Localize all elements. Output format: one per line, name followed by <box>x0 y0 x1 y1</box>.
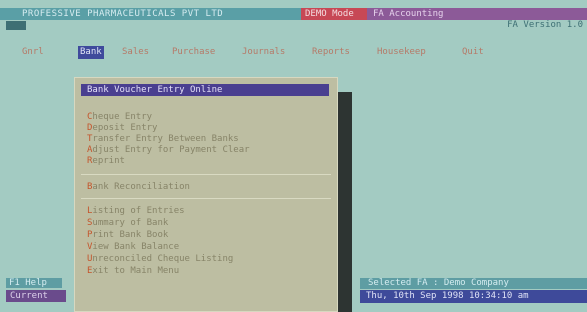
menu-item-reports[interactable]: Reports <box>310 46 352 59</box>
title-bar: PROFESSIVE PHARMACEUTICALS PVT LTD DEMO … <box>0 8 587 20</box>
option-bank-reconciliation[interactable]: Bank Reconciliation <box>87 182 190 192</box>
option-unreconciled-listing[interactable]: Unreconciled Cheque Listing <box>87 254 233 264</box>
option-cheque-entry[interactable]: Cheque Entry <box>87 112 152 122</box>
app-title: FA Accounting <box>367 8 587 20</box>
option-label: ank Reconciliation <box>92 182 190 192</box>
option-label: rint Bank Book <box>92 230 169 240</box>
mode-badge: DEMO Mode <box>301 8 367 20</box>
current-label: Current <box>6 290 66 302</box>
option-reprint[interactable]: Reprint <box>87 156 125 166</box>
option-label: eposit Entry <box>92 123 158 133</box>
option-deposit-entry[interactable]: Deposit Entry <box>87 123 157 133</box>
option-print-bank-book[interactable]: Print Bank Book <box>87 230 168 240</box>
bank-voucher-dialog: Bank Voucher Entry Online Cheque Entry D… <box>74 77 338 312</box>
menu-divider <box>81 174 331 175</box>
option-view-bank-balance[interactable]: View Bank Balance <box>87 242 179 252</box>
option-label: nreconciled Cheque Listing <box>92 254 234 264</box>
selected-company-status: Selected FA : Demo Company <box>360 278 587 289</box>
subtitle-row: FA Version 1.0 <box>0 20 587 31</box>
menu-item-journals[interactable]: Journals <box>240 46 287 59</box>
option-label: iew Bank Balance <box>92 242 180 252</box>
option-adjust-entry[interactable]: Adjust Entry for Payment Clear <box>87 145 250 155</box>
menu-item-housekeep[interactable]: Housekeep <box>375 46 428 59</box>
menu-item-gnrl[interactable]: Gnrl <box>20 46 46 59</box>
dialog-title: Bank Voucher Entry Online <box>81 84 329 96</box>
option-label: xit to Main Menu <box>92 266 180 276</box>
option-transfer-entry[interactable]: Transfer Entry Between Banks <box>87 134 239 144</box>
menu-item-quit[interactable]: Quit <box>460 46 486 59</box>
help-hint: F1 Help <box>6 278 62 288</box>
option-label: eprint <box>92 156 125 166</box>
option-label: ummary of Bank <box>92 218 169 228</box>
option-label: ransfer Entry Between Banks <box>92 134 239 144</box>
option-label: djust Entry for Payment Clear <box>92 145 250 155</box>
option-label: isting of Entries <box>92 206 185 216</box>
menu-item-sales[interactable]: Sales <box>120 46 151 59</box>
company-name: PROFESSIVE PHARMACEUTICALS PVT LTD <box>22 9 224 19</box>
logo-mark <box>6 21 26 30</box>
menu-item-bank[interactable]: Bank <box>78 46 104 59</box>
option-label: heque Entry <box>92 112 153 122</box>
menu-divider <box>81 198 331 199</box>
menu-item-purchase[interactable]: Purchase <box>170 46 217 59</box>
datetime-status: Thu, 10th Sep 1998 10:34:10 am <box>360 290 587 303</box>
version-label: FA Version 1.0 <box>507 20 583 30</box>
option-exit[interactable]: Exit to Main Menu <box>87 266 179 276</box>
option-summary-of-bank[interactable]: Summary of Bank <box>87 218 168 228</box>
terminal-screen: PROFESSIVE PHARMACEUTICALS PVT LTD DEMO … <box>0 0 587 312</box>
option-listing-of-entries[interactable]: Listing of Entries <box>87 206 185 216</box>
